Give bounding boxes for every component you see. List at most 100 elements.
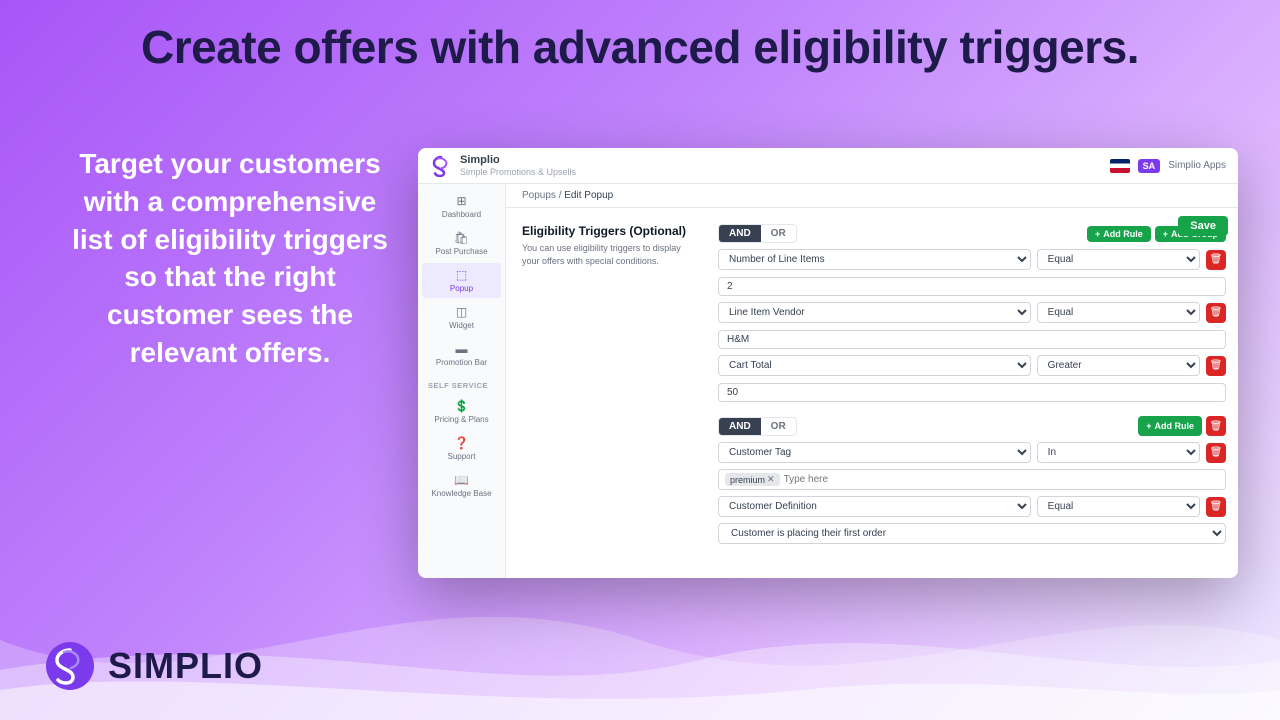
rule-group-2: AND OR + Add Rule 🗑 (718, 416, 1226, 550)
simplio-apps-label: Simplio Apps (1168, 160, 1226, 171)
left-panel: Eligibility Triggers (Optional) You can … (506, 216, 706, 558)
title-bar-left: Simplio Simple Promotions & Upsells (430, 154, 576, 177)
and-or-row-2: AND OR + Add Rule 🗑 (718, 416, 1226, 436)
breadcrumb: Popups / Edit Popup (506, 184, 1238, 208)
widget-icon: ◫ (456, 305, 467, 319)
rule-value-2[interactable] (718, 330, 1226, 349)
sa-badge: SA (1138, 159, 1161, 173)
field-select-2[interactable]: Line Item Vendor (718, 302, 1031, 323)
or-btn-1[interactable]: OR (761, 225, 796, 242)
sidebar-item-promotion-bar[interactable]: ▬ Promotion Bar (422, 337, 501, 372)
app-window: Simplio Simple Promotions & Upsells SA S… (418, 148, 1238, 578)
left-description: Target your customers with a comprehensi… (60, 145, 400, 372)
sidebar-item-dashboard[interactable]: ⊞ Dashboard (422, 189, 501, 224)
breadcrumb-current: Edit Popup (564, 190, 613, 201)
and-or-toggle-1: AND OR (718, 224, 797, 243)
right-panel: AND OR + Add Rule + (706, 216, 1238, 558)
logo-text: SIMPLIO (108, 645, 263, 687)
knowledge-base-icon: 📖 (454, 473, 469, 487)
pricing-icon: 💲 (454, 399, 469, 413)
add-rule-icon-2: + (1146, 421, 1151, 431)
and-btn-2[interactable]: AND (719, 418, 761, 435)
delete-rule-3[interactable]: 🗑 (1206, 356, 1226, 376)
rule-block-4: Customer Tag In 🗑 premium (718, 442, 1226, 490)
delete-rule-4[interactable]: 🗑 (1206, 443, 1226, 463)
rule-row-2: Line Item Vendor Equal 🗑 (718, 302, 1226, 323)
rule-block-3: Cart Total Greater 🗑 (718, 355, 1226, 408)
add-group-icon: + (1163, 229, 1168, 239)
sidebar-item-knowledge-base[interactable]: 📖 Knowledge Base (422, 468, 501, 503)
tag-type-input[interactable] (784, 474, 1219, 485)
rule-value-3[interactable] (718, 383, 1226, 402)
field-select-5[interactable]: Customer Definition (718, 496, 1031, 517)
headline: Create offers with advanced eligibility … (0, 22, 1280, 73)
customer-definition-dropdown[interactable]: Customer is placing their first order (718, 523, 1226, 544)
rule-block-1: Number of Line Items Equal 🗑 (718, 249, 1226, 302)
add-rule-icon: + (1095, 229, 1100, 239)
and-or-row-1: AND OR + Add Rule + (718, 224, 1226, 243)
eligibility-title: Eligibility Triggers (Optional) (522, 224, 690, 238)
sidebar-item-pricing-label: Pricing & Plans (434, 415, 488, 424)
rule-group-1: AND OR + Add Rule + (718, 224, 1226, 408)
rule-row-4: Customer Tag In 🗑 (718, 442, 1226, 463)
sidebar-item-support[interactable]: ❓ Support (422, 431, 501, 466)
rule-row-3: Cart Total Greater 🗑 (718, 355, 1226, 376)
app-subtitle: Simple Promotions & Upsells (460, 167, 576, 177)
add-rule-group-2: + Add Rule 🗑 (1138, 416, 1226, 436)
operator-select-4[interactable]: In (1037, 442, 1200, 463)
sidebar-item-post-purchase-label: Post Purchase (435, 247, 487, 256)
operator-select-3[interactable]: Greater (1037, 355, 1200, 376)
title-bar-right: SA Simplio Apps (1110, 159, 1226, 173)
eligibility-description: You can use eligibility triggers to disp… (522, 242, 690, 267)
add-rule-btn-2[interactable]: + Add Rule (1138, 416, 1202, 436)
sidebar-item-pricing[interactable]: 💲 Pricing & Plans (422, 394, 501, 429)
simplio-logo (44, 640, 96, 692)
logo-area: SIMPLIO (44, 640, 263, 692)
promotion-bar-icon: ▬ (456, 342, 468, 356)
operator-select-1[interactable]: Equal (1037, 249, 1200, 270)
post-purchase-icon: 🛍 (454, 231, 469, 245)
flag-icon (1110, 159, 1130, 173)
sidebar-item-knowledge-base-label: Knowledge Base (431, 489, 491, 498)
sidebar-item-popup[interactable]: ⬚ Popup (422, 263, 501, 298)
content-body: Eligibility Triggers (Optional) You can … (506, 208, 1238, 558)
sidebar-item-widget-label: Widget (449, 321, 474, 330)
operator-select-5[interactable]: Equal (1037, 496, 1200, 517)
sidebar-item-widget[interactable]: ◫ Widget (422, 300, 501, 335)
app-body: ⊞ Dashboard 🛍 Post Purchase ⬚ Popup ◫ Wi… (418, 184, 1238, 578)
app-name: Simplio (460, 154, 576, 167)
delete-rule-2[interactable]: 🗑 (1206, 303, 1226, 323)
tag-label: premium (730, 475, 765, 485)
popup-icon: ⬚ (456, 268, 467, 282)
operator-select-2[interactable]: Equal (1037, 302, 1200, 323)
tag-premium: premium ✕ (725, 473, 780, 486)
rule-value-1[interactable] (718, 277, 1226, 296)
or-btn-2[interactable]: OR (761, 418, 796, 435)
tag-input-row[interactable]: premium ✕ (718, 469, 1226, 490)
self-service-label: SELF SERVICE (418, 373, 505, 393)
rule-row-5: Customer Definition Equal 🗑 (718, 496, 1226, 517)
field-select-3[interactable]: Cart Total (718, 355, 1031, 376)
rule-row-1: Number of Line Items Equal 🗑 (718, 249, 1226, 270)
field-select-1[interactable]: Number of Line Items (718, 249, 1031, 270)
rule-block-5: Customer Definition Equal 🗑 Customer is … (718, 496, 1226, 550)
support-icon: ❓ (454, 436, 469, 450)
delete-group-2[interactable]: 🗑 (1206, 416, 1226, 436)
sidebar-item-dashboard-label: Dashboard (442, 210, 481, 219)
sidebar-item-support-label: Support (447, 452, 475, 461)
sidebar-item-popup-label: Popup (450, 284, 473, 293)
delete-rule-5[interactable]: 🗑 (1206, 497, 1226, 517)
add-rule-btn-1[interactable]: + Add Rule (1087, 226, 1151, 242)
field-select-4[interactable]: Customer Tag (718, 442, 1031, 463)
tag-remove-premium[interactable]: ✕ (767, 474, 775, 485)
and-btn-1[interactable]: AND (719, 225, 761, 242)
sidebar-item-post-purchase[interactable]: 🛍 Post Purchase (422, 226, 501, 261)
dashboard-icon: ⊞ (456, 194, 466, 208)
save-button[interactable]: Save (1178, 216, 1228, 236)
app-title-block: Simplio Simple Promotions & Upsells (460, 154, 576, 177)
breadcrumb-base: Popups (522, 190, 556, 201)
and-or-toggle-2: AND OR (718, 417, 797, 436)
rule-block-2: Line Item Vendor Equal 🗑 (718, 302, 1226, 355)
delete-rule-1[interactable]: 🗑 (1206, 250, 1226, 270)
sidebar-item-promotion-bar-label: Promotion Bar (436, 358, 487, 367)
